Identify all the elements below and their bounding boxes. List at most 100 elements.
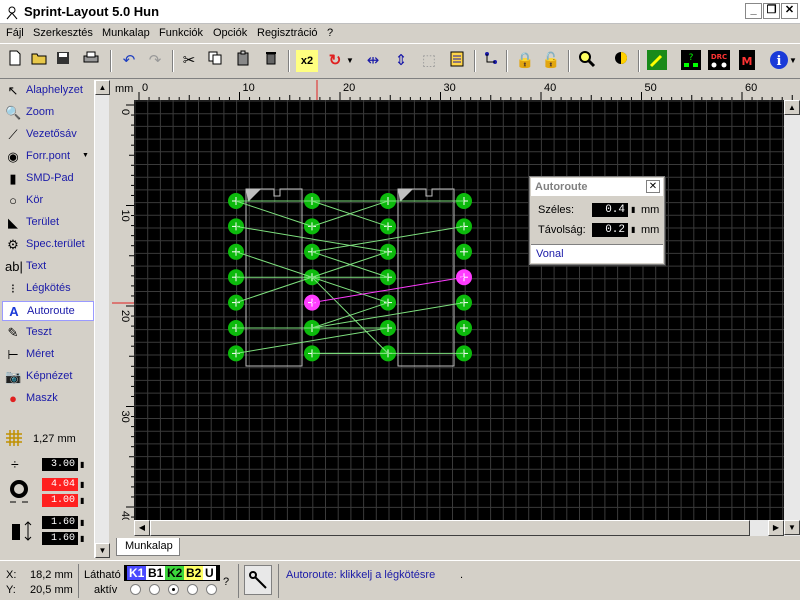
- tool-k-pn-zet[interactable]: 📷 Képnézet: [2, 367, 94, 387]
- align-v-icon[interactable]: ⇕: [390, 50, 412, 72]
- close-button[interactable]: ✕: [781, 3, 798, 19]
- tool-k-r[interactable]: ○ Kör: [2, 191, 94, 211]
- rotate-icon[interactable]: ↻: [324, 50, 346, 72]
- group-icon[interactable]: [446, 50, 468, 72]
- unlock-icon[interactable]: 🔓: [540, 50, 562, 72]
- restore-button[interactable]: ❐: [763, 3, 780, 19]
- pad-inner-value[interactable]: 1.00: [42, 494, 78, 507]
- dialog-close-icon[interactable]: ✕: [646, 180, 660, 193]
- track-width-value[interactable]: 3.00: [42, 458, 78, 471]
- chevron-down-icon[interactable]: ▼: [344, 50, 356, 72]
- open-icon[interactable]: [28, 50, 50, 72]
- cut-icon[interactable]: ✂: [178, 50, 200, 72]
- minimize-button[interactable]: _: [745, 3, 762, 19]
- menu-registration[interactable]: Regisztráció: [257, 27, 318, 39]
- gap-unit: mm: [641, 224, 660, 236]
- layer-toggle-u[interactable]: U: [203, 566, 216, 580]
- align-h-icon[interactable]: ⇹: [362, 50, 384, 72]
- smd-height-spin[interactable]: ▮: [80, 532, 84, 545]
- layer-radio[interactable]: [130, 584, 141, 595]
- pcb-canvas[interactable]: [134, 100, 784, 520]
- delete-icon[interactable]: [260, 50, 282, 72]
- grid-label[interactable]: 1,27 mm: [33, 433, 76, 445]
- tab-munkalap[interactable]: Munkalap: [116, 538, 180, 556]
- scroll-down-icon[interactable]: ▼: [95, 543, 110, 558]
- undo-icon[interactable]: ↶: [118, 50, 140, 72]
- gap-spin[interactable]: ▮: [631, 223, 635, 237]
- tool-maszk[interactable]: ● Maszk: [2, 389, 94, 409]
- layer-toggle-k1[interactable]: K1: [127, 566, 147, 580]
- width-input[interactable]: 0.4: [592, 203, 628, 217]
- tool-text[interactable]: ab| Text: [2, 257, 94, 277]
- lock-icon[interactable]: 🔒: [514, 50, 536, 72]
- tool-autoroute[interactable]: A Autoroute: [2, 301, 94, 321]
- export-icon[interactable]: M: [736, 50, 758, 72]
- menu-options[interactable]: Opciók: [213, 27, 247, 39]
- gap-input[interactable]: 0.2: [592, 223, 628, 237]
- macro-icon[interactable]: [646, 50, 668, 72]
- test-icon: ✎: [7, 325, 19, 340]
- layer-icon[interactable]: [610, 50, 632, 72]
- mode-select[interactable]: Vonal: [531, 244, 663, 263]
- smd-height-value[interactable]: 1.60: [42, 532, 78, 545]
- smd-width-spin[interactable]: ▮: [80, 516, 84, 529]
- grid-icon[interactable]: [5, 429, 23, 447]
- tool-panel-scrollbar[interactable]: ▲ ▼: [94, 80, 110, 558]
- copy-icon[interactable]: [204, 50, 226, 72]
- pad-outer-value[interactable]: 4.04: [42, 478, 78, 491]
- smd-width-value[interactable]: 1.60: [42, 516, 78, 529]
- scroll-up-icon[interactable]: ▲: [784, 100, 800, 115]
- tool-forr-pont[interactable]: ◉ Forr.pont ▼: [2, 147, 94, 167]
- save-icon[interactable]: [52, 50, 74, 72]
- print-icon[interactable]: [80, 50, 102, 72]
- layer-radio[interactable]: [168, 584, 179, 595]
- test-icon[interactable]: ?: [680, 50, 702, 72]
- info-icon[interactable]: i: [768, 50, 790, 72]
- scroll-left-icon[interactable]: ◀: [134, 520, 150, 536]
- tool-l-gk-t-s[interactable]: ⁝ Légkötés: [2, 279, 94, 299]
- pcb-layout[interactable]: [134, 100, 784, 520]
- layer-toggle-b2[interactable]: B2: [184, 566, 204, 580]
- tool-smd-pad[interactable]: ▮ SMD-Pad: [2, 169, 94, 189]
- tool-m-ret[interactable]: ⊢ Méret: [2, 345, 94, 365]
- new-icon[interactable]: [4, 50, 26, 72]
- vertical-scrollbar[interactable]: ▲ ▼: [784, 100, 800, 536]
- menu-sheet[interactable]: Munkalap: [102, 27, 150, 39]
- pad-outer-spin[interactable]: ▮: [80, 478, 84, 491]
- scroll-right-icon[interactable]: ▶: [768, 520, 784, 536]
- menu-help[interactable]: ?: [327, 27, 333, 39]
- layer-toggle-k2[interactable]: K2: [165, 566, 185, 580]
- net-icon[interactable]: [480, 50, 502, 72]
- tool-vezet-s-v[interactable]: ⟋ Vezetősáv: [2, 125, 94, 145]
- scroll-up-icon[interactable]: ▲: [95, 80, 110, 95]
- tool-zoom[interactable]: 🔍 Zoom: [2, 103, 94, 123]
- menu-edit[interactable]: Szerkesztés: [33, 27, 93, 39]
- mirror-x2-icon[interactable]: x2: [296, 50, 318, 72]
- redo-icon[interactable]: ↷: [144, 50, 166, 72]
- tool-teszt[interactable]: ✎ Teszt: [2, 323, 94, 343]
- drc-icon[interactable]: DRC: [708, 50, 730, 72]
- tool-spec-ter-let[interactable]: ⚙ Spec.terület: [2, 235, 94, 255]
- pad-inner-spin[interactable]: ▮: [80, 494, 84, 507]
- scroll-down-icon[interactable]: ▼: [784, 520, 800, 535]
- info-dropdown-icon[interactable]: ▼: [788, 50, 798, 72]
- layer-radio[interactable]: [149, 584, 160, 595]
- scroll-thumb[interactable]: [150, 520, 750, 536]
- toolbar: ↶ ↷ ✂ x2 ↻ ▼ ⇹ ⇕ ⬚ 🔒 🔓 ? DRC M i ▼: [0, 43, 800, 79]
- layer-toggle-b1[interactable]: B1: [146, 566, 166, 580]
- zoom-icon[interactable]: [576, 50, 598, 72]
- menu-functions[interactable]: Funkciók: [159, 27, 203, 39]
- tool-alaphelyzet[interactable]: ↖ Alaphelyzet: [2, 81, 94, 101]
- chevron-down-icon[interactable]: ▼: [82, 152, 89, 159]
- tool-ter-let[interactable]: ◣ Terület: [2, 213, 94, 233]
- paste-icon[interactable]: [232, 50, 254, 72]
- layer-radio[interactable]: [187, 584, 198, 595]
- smd-size-icon: [10, 518, 36, 544]
- menu-file[interactable]: Fájl: [6, 27, 24, 39]
- horizontal-scrollbar[interactable]: ◀ ▶: [134, 520, 784, 536]
- track-width-spin[interactable]: ▮: [80, 458, 84, 471]
- layer-radio[interactable]: [206, 584, 217, 595]
- width-spin[interactable]: ▮: [631, 203, 635, 217]
- layer-help[interactable]: ?: [223, 576, 229, 588]
- group-outline-icon[interactable]: ⬚: [418, 50, 440, 72]
